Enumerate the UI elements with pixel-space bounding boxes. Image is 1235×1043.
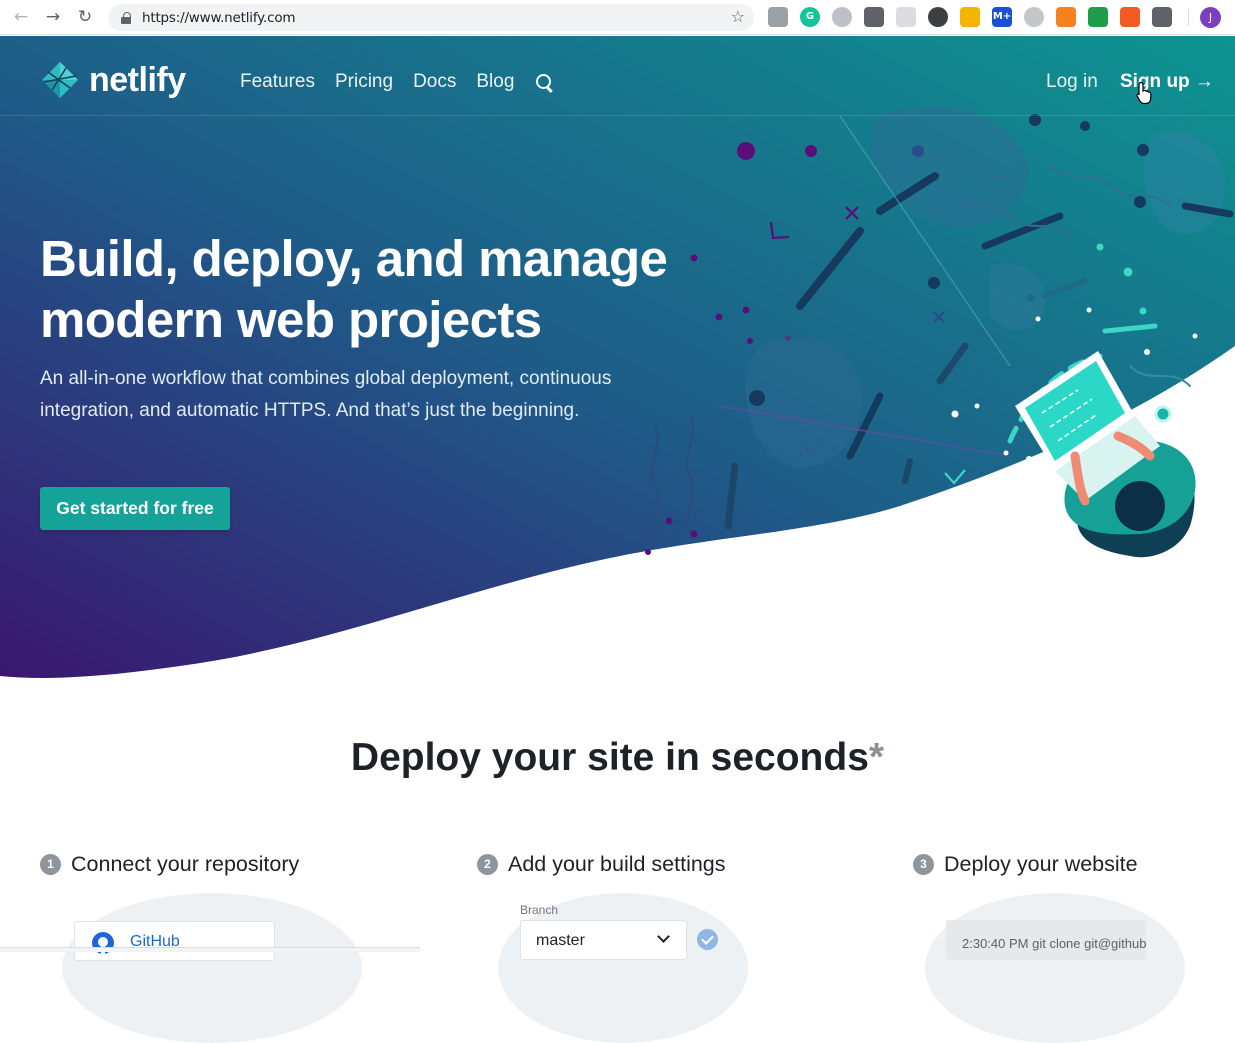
primary-nav: Features Pricing Docs Blog xyxy=(240,71,555,93)
step-label: Deploy your website xyxy=(944,852,1138,876)
step-label: Add your build settings xyxy=(508,852,726,876)
step-connect-repository: 1 Connect your repository xyxy=(40,852,299,877)
github-provider-button[interactable]: GitHub xyxy=(74,921,275,961)
step-3-background-blob xyxy=(925,893,1185,1043)
extension-brackets-icon[interactable] xyxy=(928,7,948,27)
url-text[interactable]: https://www.netlify.com xyxy=(142,10,296,26)
nav-link-docs[interactable]: Docs xyxy=(413,71,456,93)
chevron-down-icon xyxy=(657,930,670,943)
step-number-badge: 1 xyxy=(40,854,61,875)
extension-orange-icon[interactable] xyxy=(1056,7,1076,27)
step-label: Connect your repository xyxy=(71,852,300,876)
step-number-badge: 3 xyxy=(913,854,934,875)
extension-wave-icon[interactable] xyxy=(768,7,788,27)
branch-select[interactable]: master xyxy=(520,920,687,960)
status-bar xyxy=(0,947,420,952)
step-1-background-blob xyxy=(62,893,362,1043)
hand-pointer-cursor-icon xyxy=(1136,81,1152,105)
deploy-title-text: Deploy your site in seconds xyxy=(350,736,869,779)
star-icon[interactable]: ☆ xyxy=(731,7,745,26)
terminal-log-line: 2:30:40 PM git clone git@github xyxy=(962,936,1146,951)
step-number-badge: 2 xyxy=(477,854,498,875)
hero-headline: Build, deploy, and manage modern web pro… xyxy=(40,230,668,348)
extension-orange-square-icon[interactable] xyxy=(1120,7,1140,27)
extension-gray-circle-icon[interactable] xyxy=(832,7,852,27)
extensions-bar: G M+ xyxy=(768,7,1184,27)
footnote-asterisk: * xyxy=(868,736,885,779)
site-header: netlify Features Pricing Docs Blog Log i… xyxy=(0,36,1235,116)
branch-field-label: Branch xyxy=(520,903,559,917)
login-link[interactable]: Log in xyxy=(1046,71,1098,93)
step-build-settings: 2 Add your build settings xyxy=(477,852,726,877)
netlify-logo-icon xyxy=(42,62,78,98)
nav-link-blog[interactable]: Blog xyxy=(476,71,514,93)
check-circle-icon xyxy=(697,929,718,950)
lock-icon xyxy=(121,11,131,24)
toolbar-divider xyxy=(1188,9,1189,26)
extension-m-plus-icon[interactable]: M+ xyxy=(992,7,1012,27)
profile-avatar[interactable]: J xyxy=(1200,7,1221,28)
nav-link-pricing[interactable]: Pricing xyxy=(335,71,393,93)
deploy-log-terminal: 2:30:40 PM git clone git@github xyxy=(946,920,1146,960)
logo-wordmark: netlify xyxy=(89,60,186,99)
extension-grid-icon[interactable] xyxy=(896,7,916,27)
netlify-logo[interactable]: netlify xyxy=(40,60,186,100)
extension-glasses-icon[interactable] xyxy=(1152,7,1172,27)
deploy-section-title: Deploy your site in seconds* xyxy=(0,736,1235,780)
signup-link[interactable]: Sign up → xyxy=(1120,71,1214,93)
get-started-button[interactable]: Get started for free xyxy=(40,487,230,530)
address-bar[interactable]: https://www.netlify.com ☆ xyxy=(108,4,754,31)
extension-vue-icon[interactable] xyxy=(864,7,884,27)
extension-green-arrow-icon[interactable] xyxy=(1088,7,1108,27)
branch-value: master xyxy=(536,932,585,949)
extension-moon-icon[interactable] xyxy=(960,7,980,27)
hero-subtitle: An all-in-one workflow that combines glo… xyxy=(40,368,612,421)
browser-toolbar: ← → ↻ https://www.netlify.com ☆ G M+ J xyxy=(0,0,1235,35)
back-arrow-icon[interactable]: ← xyxy=(10,6,32,28)
extension-clock-icon[interactable] xyxy=(1024,7,1044,27)
reload-icon[interactable]: ↻ xyxy=(74,6,96,28)
step-deploy-website: 3 Deploy your website xyxy=(913,852,1138,877)
nav-link-features[interactable]: Features xyxy=(240,71,315,93)
extension-grammarly-icon[interactable]: G xyxy=(800,7,820,27)
search-icon[interactable] xyxy=(535,73,555,93)
forward-arrow-icon[interactable]: → xyxy=(42,6,64,28)
